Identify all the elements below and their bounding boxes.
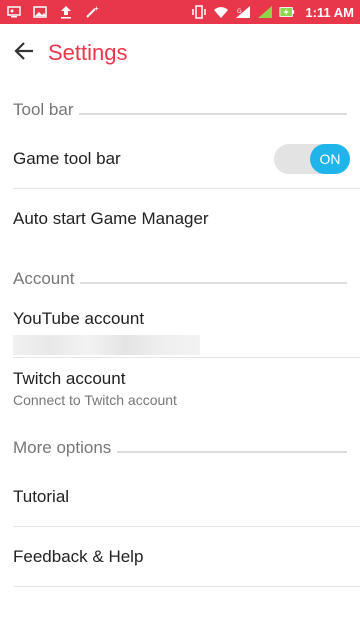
section-divider [117, 451, 347, 453]
magic-wand-icon [84, 4, 100, 20]
signal-icon: G [235, 4, 251, 20]
row-title: Feedback & Help [13, 547, 144, 566]
status-bar: G 1:11 AM [0, 0, 360, 24]
row-title: Auto start Game Manager [13, 209, 209, 228]
svg-text:G: G [237, 8, 242, 15]
toggle-knob: ON [310, 144, 350, 174]
signal-2-icon [257, 4, 273, 20]
gallery-icon [32, 4, 48, 20]
row-title: Tutorial [13, 487, 70, 506]
row-title: YouTube account [13, 309, 145, 328]
arrow-left-icon [13, 40, 35, 67]
row-divider [13, 526, 360, 527]
section-divider [80, 282, 347, 284]
battery-charging-icon [279, 4, 295, 20]
back-button[interactable] [0, 29, 48, 77]
section-label: Account [13, 269, 75, 288]
row-divider [13, 586, 360, 587]
youtube-account-row[interactable]: YouTube account [0, 306, 360, 356]
wifi-icon [213, 4, 229, 20]
tutorial-row[interactable]: Tutorial [0, 478, 360, 526]
page-title: Settings [48, 40, 128, 65]
section-divider [79, 113, 347, 115]
auto-start-row[interactable]: Auto start Game Manager [0, 200, 360, 248]
row-subtitle: Connect to Twitch account [13, 392, 177, 408]
game-tool-bar-toggle[interactable]: ON [274, 144, 350, 174]
row-divider [13, 357, 360, 358]
twitch-account-row[interactable]: Twitch account Connect to Twitch account [0, 366, 360, 416]
vibrate-icon [191, 4, 207, 20]
status-time: 1:11 AM [305, 4, 354, 20]
screen-record-icon [6, 4, 22, 20]
section-header-toolbar: Tool bar [13, 100, 347, 120]
game-tool-bar-row[interactable]: Game tool bar ON [0, 140, 360, 188]
app-bar: Settings [0, 24, 360, 82]
row-divider [13, 188, 360, 189]
row-title: Twitch account [13, 369, 126, 388]
redacted-account-name [13, 335, 200, 355]
section-header-account: Account [13, 269, 347, 289]
section-label: More options [13, 438, 112, 457]
feedback-help-row[interactable]: Feedback & Help [0, 538, 360, 586]
section-header-more-options: More options [13, 438, 347, 458]
section-label: Tool bar [13, 100, 74, 119]
upload-icon [58, 4, 74, 20]
